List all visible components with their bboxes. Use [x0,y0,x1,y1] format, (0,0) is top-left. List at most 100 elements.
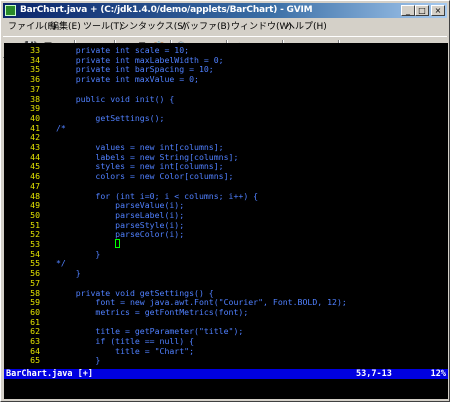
text-cursor [115,239,121,248]
code-content: private int maxLabelWidth = 0; [56,54,224,65]
line-number: 65 [30,355,40,366]
status-filename: BarChart.java [+] [6,369,93,379]
code-content: /* [56,122,66,133]
code-text: /* [56,123,66,133]
code-text: private int barSpacing = 10; [56,64,214,74]
code-text: parseValue(i); [56,200,184,210]
code-content: parseColor(i); [56,229,185,240]
line-number: 52 [30,229,40,240]
window-title: BarChart.java + (C:/jdk1.4.0/demo/applet… [20,5,313,15]
line-number: 58 [30,287,40,298]
command-line[interactable] [4,379,448,399]
code-content [56,239,115,249]
line-number: 51 [30,219,40,230]
status-line: BarChart.java [+] 53,7-13 12% [4,369,448,379]
line-number: 34 [30,54,40,65]
code-content: labels = new String[columns]; [56,151,239,162]
code-content: styles = new int[columns]; [56,161,224,172]
code-text: private int scale = 10; [56,45,189,55]
code-content: for (int i=0; i < columns; i++) { [56,190,259,201]
code-text: } [56,249,100,259]
code-content: metrics = getFontMetrics(font); [56,306,249,317]
code-text [56,239,121,249]
line-number: 47 [30,180,40,191]
code-text: private void getSettings() { [56,288,214,298]
code-content: public void init() { [56,93,175,104]
line-number: 53 [30,239,40,249]
line-number: 46 [30,171,40,182]
code-content: getSettings(); [56,112,165,123]
code-text: font = new java.awt.Font("Courier", Font… [56,297,347,308]
code-content: parseValue(i); [56,200,185,211]
code-text: metrics = getFontMetrics(font); [56,307,248,317]
menu-tools[interactable]: ツール(T) [83,19,123,35]
code-text: parseLabel(i); [56,210,184,220]
code-content: parseStyle(i); [56,219,185,230]
code-content: title = "Chart"; [56,345,195,356]
code-text: if (title == null) { [56,336,194,346]
code-text: private int maxLabelWidth = 0; [56,55,224,65]
line-number: 33 [30,45,40,55]
code-text: values = new int[columns]; [56,142,223,152]
code-text: for (int i=0; i < columns; i++) { [56,191,258,201]
line-number: 43 [30,142,40,152]
code-content: private int scale = 10; [56,45,190,55]
code-content: title = getParameter("title"); [56,326,244,337]
menu-bar: ファイル(F) 編集(E) ツール(T) シンタックス(S) バッファ(B) ウ… [3,19,447,35]
line-number: 62 [30,326,40,337]
line-number: 63 [30,336,40,346]
menu-syntax[interactable]: シンタックス(S) [120,19,186,35]
code-content: } [56,268,81,279]
gvim-window: BarChart.java + (C:/jdk1.4.0/demo/applet… [0,0,450,402]
vim-icon [5,5,16,16]
code-text: getSettings(); [56,113,164,123]
code-text: styles = new int[columns]; [56,161,224,172]
status-percent: 12% [430,369,446,379]
line-number: 38 [30,93,40,104]
code-content: if (title == null) { [56,336,195,346]
editor-area[interactable]: 33 private int scale = 10; 34 private int… [4,43,448,369]
code-text: private int maxValue = 0; [56,74,199,84]
code-content: colors = new Color[columns]; [56,171,234,182]
maximize-button[interactable]: □ [415,5,429,16]
status-cursor-position: 53,7-13 [356,369,392,379]
menu-file[interactable]: ファイル(F) [8,19,56,35]
close-button[interactable]: × [431,5,445,16]
code-text: title = "Chart"; [56,346,194,356]
line-number: 41 [30,122,40,133]
line-number: 40 [30,112,40,123]
code-text: } [56,268,81,278]
minimize-button[interactable]: _ [401,5,415,16]
code-text: colors = new Color[columns]; [56,171,233,181]
menu-edit[interactable]: 編集(E) [50,19,81,35]
code-content: } [56,248,101,259]
title-bar[interactable]: BarChart.java + (C:/jdk1.4.0/demo/applet… [3,3,447,18]
line-number: 55 [30,258,40,269]
line-number: 45 [30,161,40,172]
code-content: } [56,355,101,366]
line-number: 60 [30,306,40,317]
code-text: parseStyle(i); [56,220,184,230]
line-number: 57 [30,277,40,288]
line-number: 42 [30,132,40,143]
code-text: parseColor(i); [56,229,184,239]
menu-buffers[interactable]: バッファ(B) [181,19,230,35]
line-number: 54 [30,248,40,259]
line-number: 35 [30,64,40,75]
line-number: 59 [30,297,40,308]
menu-window[interactable]: ウィンドウ(W) [231,19,292,35]
line-number: 61 [30,316,40,327]
code-text: } [56,355,100,365]
line-number: 56 [30,268,40,279]
code-text: labels = new String[columns]; [56,152,238,162]
line-number: 50 [30,209,40,220]
code-content: parseLabel(i); [56,209,185,220]
line-number: 64 [30,345,40,356]
line-number: 44 [30,151,40,162]
code-content: font = new java.awt.Font("Courier", Font… [56,297,347,308]
line-number: 48 [30,190,40,201]
code-text: title = getParameter("title"); [56,326,243,336]
menu-help[interactable]: ヘルプ(H) [286,19,327,35]
line-number: 37 [30,83,40,94]
line-number: 36 [30,74,40,85]
